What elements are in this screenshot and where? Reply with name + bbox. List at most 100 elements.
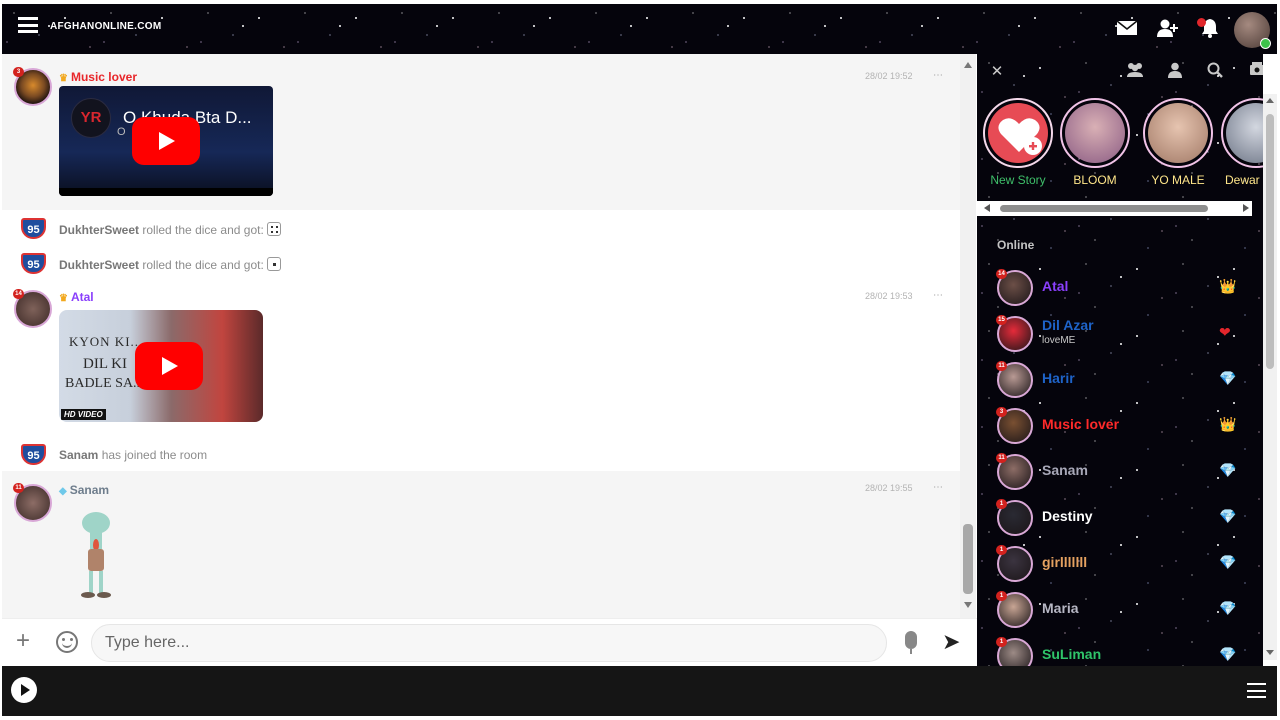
player-play-icon[interactable] — [11, 677, 37, 703]
chat-message: 11 ◆ Sanam 28/02 19:55 ⋯ — [2, 471, 960, 618]
send-icon[interactable]: ➤ — [942, 631, 960, 653]
online-user-item[interactable]: 1 girlllllll 💎 — [977, 542, 1252, 586]
online-user-item[interactable]: 11 Sanam 💎 — [977, 450, 1252, 494]
scroll-up-arrow-icon[interactable] — [1266, 98, 1274, 103]
story-item[interactable]: YO MALE — [1138, 98, 1218, 187]
online-user-item[interactable]: 1 Maria 💎 — [977, 588, 1252, 632]
chat-scroll-thumb[interactable] — [963, 524, 973, 594]
message-avatar[interactable]: 11 — [13, 483, 52, 522]
rank-badge: 15 — [996, 315, 1007, 325]
message-username[interactable]: ♛ Atal — [59, 290, 94, 304]
user-name[interactable]: Music lover — [1042, 416, 1119, 432]
system-username[interactable]: Sanam — [59, 448, 98, 462]
scroll-down-arrow-icon[interactable] — [1266, 650, 1274, 655]
interstate-shield-icon: 95 — [21, 444, 46, 465]
user-rank-badge-icon: 💎 — [1219, 646, 1237, 662]
user-avatar[interactable]: 3 — [996, 407, 1033, 444]
user-name[interactable]: Maria — [1042, 600, 1079, 616]
user-list-icon[interactable] — [1164, 62, 1186, 82]
message-time: 28/02 19:52 — [865, 71, 913, 81]
bottom-menu-icon[interactable] — [1247, 683, 1266, 698]
message-username[interactable]: ◆ Sanam — [59, 483, 109, 497]
rank-badge: 1 — [996, 499, 1007, 509]
notification-bell-icon[interactable] — [1197, 16, 1222, 40]
video-strip — [59, 188, 273, 196]
message-username[interactable]: ♛ Music lover — [59, 70, 137, 84]
stories-scroll-thumb[interactable] — [1000, 205, 1208, 212]
notification-dot — [1197, 18, 1206, 27]
sidebar-scrollbar[interactable] — [1263, 94, 1277, 660]
username-text: Music lover — [70, 70, 137, 84]
user-name[interactable]: Harir — [1042, 370, 1075, 386]
user-avatar[interactable]: 15 — [996, 315, 1033, 352]
user-avatar[interactable] — [1234, 12, 1271, 49]
rooms-icon[interactable] — [1246, 62, 1263, 80]
user-avatar[interactable]: 11 — [996, 453, 1033, 490]
chat-scrollbar[interactable] — [960, 54, 976, 618]
online-user-item[interactable]: 11 Harir 💎 — [977, 358, 1252, 402]
user-name[interactable]: Atal — [1042, 278, 1068, 294]
sidebar-scroll-thumb[interactable] — [1266, 114, 1274, 369]
add-friend-icon[interactable] — [1156, 16, 1180, 40]
user-avatar[interactable]: 1 — [996, 591, 1033, 628]
site-brand[interactable]: AFGHANONLINE.COM — [50, 21, 161, 32]
mail-icon[interactable] — [1115, 16, 1139, 40]
user-name[interactable]: Destiny — [1042, 508, 1093, 524]
online-user-item[interactable]: 14 Atal 👑 — [977, 266, 1252, 310]
user-avatar[interactable]: 1 — [996, 545, 1033, 582]
scroll-up-arrow-icon[interactable] — [964, 62, 972, 68]
system-username[interactable]: DukhterSweet — [59, 258, 139, 272]
message-more-icon[interactable]: ⋯ — [933, 482, 943, 493]
search-icon[interactable] — [1204, 62, 1226, 82]
youtube-video-embed[interactable]: KYON KI... DIL KI BADLE SA... HD VIDEO — [59, 310, 263, 422]
user-avatar[interactable]: 1 — [996, 499, 1033, 536]
user-rank-badge-icon: 💎 — [1219, 462, 1237, 478]
story-ring — [1221, 98, 1263, 168]
message-input[interactable] — [91, 624, 887, 662]
scroll-down-arrow-icon[interactable] — [964, 602, 972, 608]
squidward-sticker — [74, 509, 118, 601]
story-item[interactable]: Dewar — [1221, 98, 1263, 187]
online-user-item[interactable]: 3 Music lover 👑 — [977, 404, 1252, 448]
system-message: 95 DukhterSweet rolled the dice and got: — [2, 248, 960, 278]
message-composer: + ➤ — [2, 618, 977, 666]
emoji-icon[interactable] — [56, 631, 78, 653]
close-panel-icon[interactable]: ✕ — [986, 62, 1008, 80]
friends-icon[interactable] — [1124, 62, 1146, 82]
stories-strip: New Story BLOOM YO MALE Dewar — [977, 96, 1263, 201]
chat-message: 3 ♛Music lover 28/02 19:52 ⋯ YR O Khuda … — [2, 54, 960, 210]
user-rank-badge-icon: 💎 — [1219, 508, 1237, 524]
system-avatar: 95 — [21, 253, 46, 274]
online-user-item[interactable]: 1 SuLiman 💎 — [977, 634, 1252, 666]
dice-one-icon — [266, 257, 281, 271]
user-avatar[interactable]: 11 — [996, 361, 1033, 398]
scroll-left-arrow-icon[interactable] — [984, 204, 990, 212]
online-user-item[interactable]: 1 Destiny 💎 — [977, 496, 1252, 540]
rank-badge: 11 — [996, 361, 1007, 371]
attach-plus-icon[interactable]: + — [16, 629, 30, 653]
message-more-icon[interactable]: ⋯ — [933, 290, 943, 301]
message-avatar[interactable]: 3 — [13, 67, 52, 106]
user-avatar[interactable]: 14 — [996, 269, 1033, 306]
stories-scrollbar[interactable] — [977, 201, 1252, 216]
user-name[interactable]: Sanam — [1042, 462, 1088, 478]
message-avatar[interactable]: 14 — [13, 289, 52, 328]
scroll-right-arrow-icon[interactable] — [1243, 204, 1249, 212]
online-user-item[interactable]: 15 Dil Azar loveME ❤ — [977, 312, 1252, 356]
message-more-icon[interactable]: ⋯ — [933, 70, 943, 81]
user-name[interactable]: Dil Azar — [1042, 317, 1094, 333]
user-name[interactable]: SuLiman — [1042, 646, 1101, 662]
microphone-icon[interactable] — [905, 631, 917, 654]
story-label: Dewar — [1225, 173, 1260, 187]
hamburger-menu-icon[interactable] — [18, 17, 38, 33]
story-new[interactable]: New Story — [978, 98, 1058, 187]
youtube-play-icon[interactable] — [135, 342, 203, 390]
youtube-play-icon[interactable] — [132, 117, 200, 165]
user-name[interactable]: girlllllll — [1042, 554, 1087, 570]
story-item[interactable]: BLOOM — [1055, 98, 1135, 187]
system-username[interactable]: DukhterSweet — [59, 223, 139, 237]
system-action-text: rolled the dice and got: — [139, 223, 264, 237]
user-avatar[interactable]: 1 — [996, 637, 1033, 666]
youtube-video-embed[interactable]: YR O Khuda Bta D... O — [59, 86, 273, 196]
rank-badge: 14 — [13, 289, 24, 299]
